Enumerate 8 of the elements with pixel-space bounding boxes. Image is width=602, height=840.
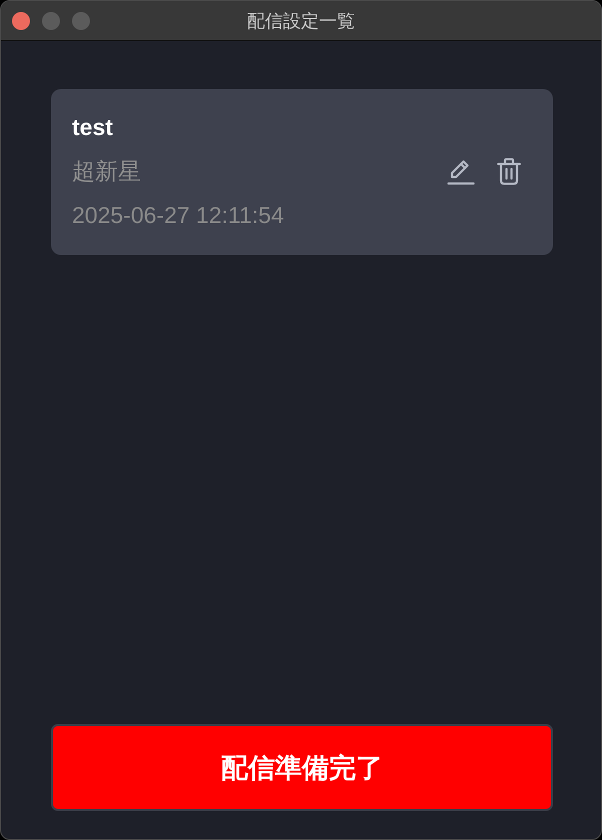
trash-icon[interactable] bbox=[497, 158, 521, 184]
ready-button[interactable]: 配信準備完了 bbox=[51, 724, 553, 811]
setting-timestamp: 2025-06-27 12:11:54 bbox=[72, 201, 284, 230]
setting-name: test bbox=[72, 113, 113, 142]
setting-card[interactable]: test 超新星 2025-06-27 12:11:54 bbox=[51, 89, 553, 255]
window-title: 配信設定一覧 bbox=[247, 10, 355, 32]
window-close-icon[interactable] bbox=[12, 12, 30, 30]
setting-subtitle: 超新星 bbox=[72, 157, 141, 186]
